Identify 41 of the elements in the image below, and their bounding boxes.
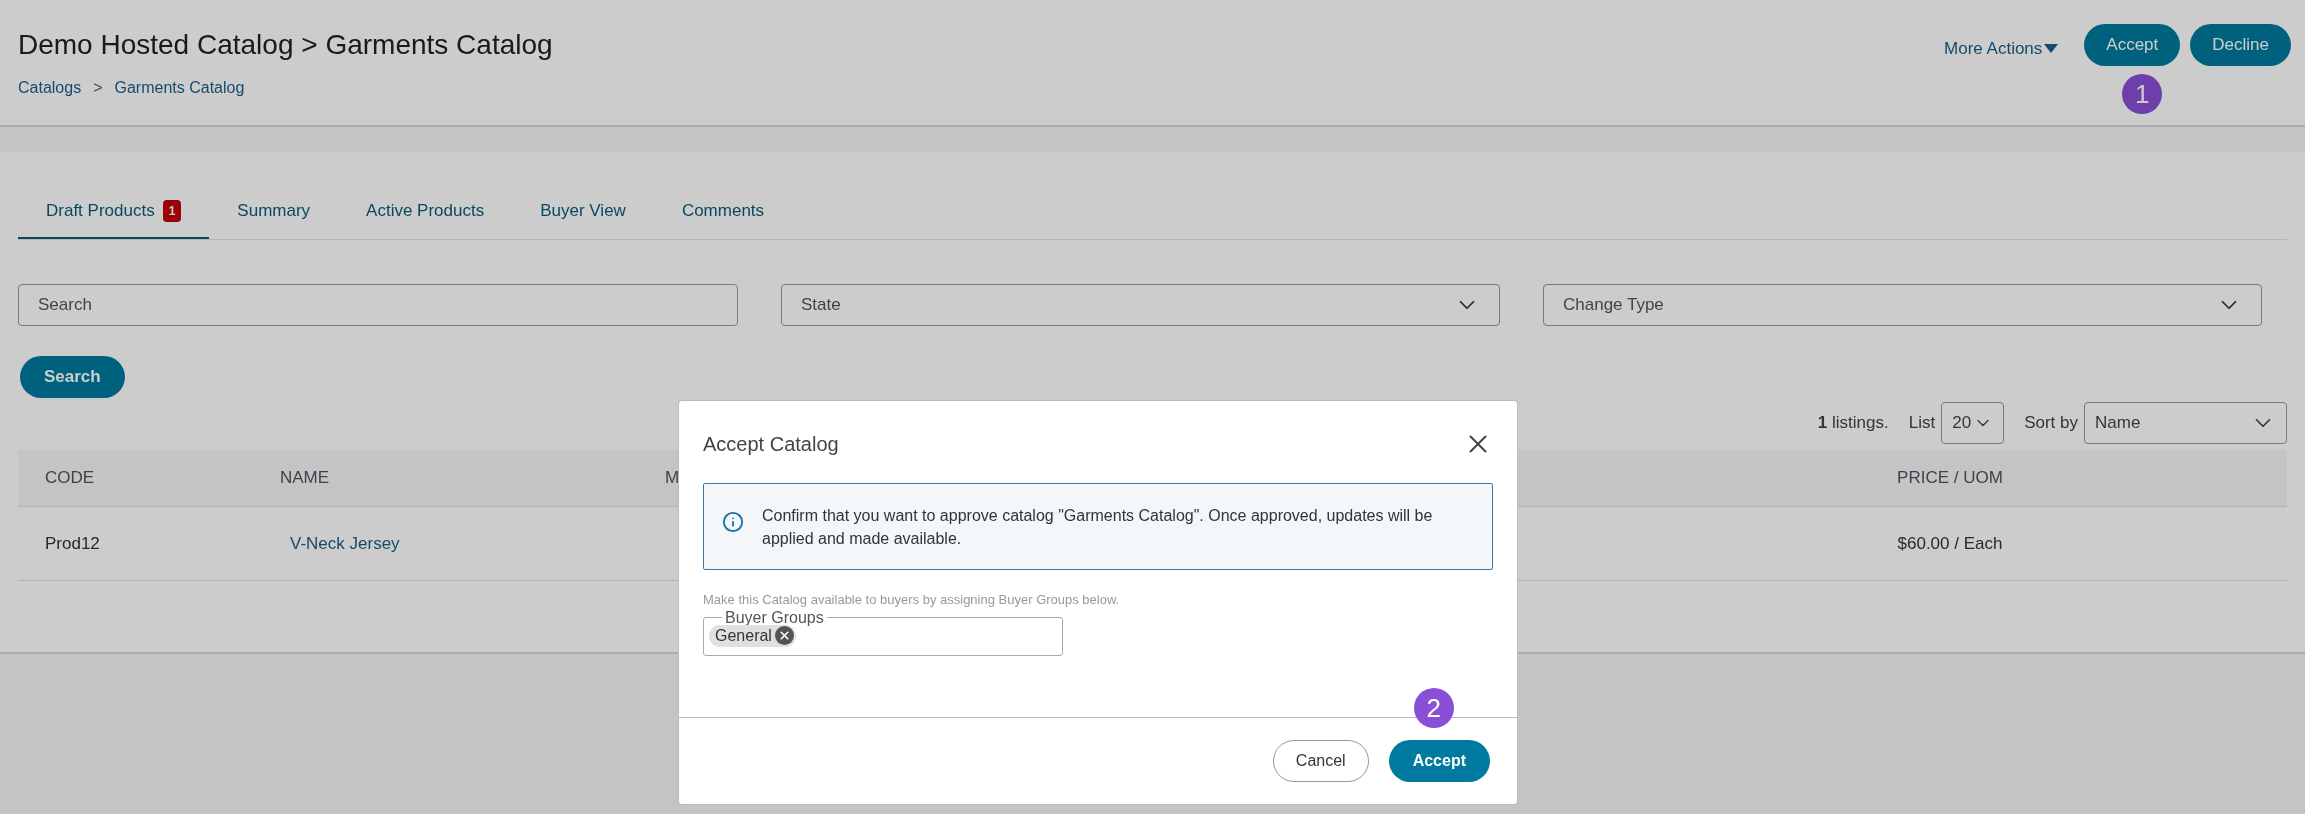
- page-title: Demo Hosted Catalog > Garments Catalog: [18, 28, 553, 62]
- breadcrumb-link[interactable]: Catalogs: [18, 76, 82, 100]
- caret-icon: [2044, 43, 2059, 54]
- group-chip: General: [709, 624, 796, 647]
- tab[interactable]: Buyer View: [512, 198, 654, 239]
- tab[interactable]: Active Products: [338, 198, 513, 239]
- tab[interactable]: Summary: [209, 198, 339, 239]
- search-field[interactable]: Search: [18, 284, 738, 326]
- more-actions-menu[interactable]: More Actions: [1944, 36, 2059, 62]
- dialog-title: Accept Catalog: [703, 432, 839, 457]
- sort-label: Sort by: [2024, 412, 2078, 435]
- accept-button[interactable]: Accept: [2084, 24, 2181, 66]
- cancel-button[interactable]: Cancel: [1272, 740, 1369, 782]
- tab[interactable]: Comments: [653, 198, 793, 239]
- remove-icon[interactable]: [774, 626, 794, 645]
- list-label: List: [1908, 412, 1936, 435]
- tab[interactable]: Draft Products 1: [18, 198, 210, 239]
- buyer-groups-field[interactable]: Buyer Groups General: [703, 610, 1063, 656]
- sort-dropdown[interactable]: Name: [2084, 402, 2287, 444]
- change-type-dropdown[interactable]: Change Type: [1543, 284, 2262, 326]
- info-icon: [722, 511, 744, 533]
- step-number-marker: 1: [2122, 74, 2163, 114]
- accept-button[interactable]: Accept: [1388, 740, 1490, 782]
- column-header: PRICE / UOM: [1896, 467, 2004, 490]
- listing-count: 1 listings.: [1817, 412, 1889, 435]
- page-size-dropdown[interactable]: 20: [1941, 402, 2005, 444]
- count-badge: 1: [162, 200, 182, 222]
- search-button[interactable]: Search: [20, 356, 125, 398]
- breadcrumb-link[interactable]: Garments Catalog: [114, 76, 245, 100]
- column-header: NAME: [280, 467, 331, 490]
- help-text: Make this Catalog available to buyers by assigning Buyer Groups below.: [703, 591, 1121, 609]
- column-header: M: [665, 467, 681, 490]
- decline-button[interactable]: Decline: [2190, 24, 2291, 66]
- step-number-marker: 2: [1413, 688, 1454, 728]
- breadcrumb-separator: >: [93, 78, 103, 98]
- column-header: CODE: [44, 467, 96, 490]
- confirmation-message: Confirm that you want to approve catalog "Garments Catalog". Once approved, updates will be applied and made available.: [762, 505, 1434, 549]
- table-cell-text: $60.00 / Each: [1896, 532, 2004, 555]
- field-label: Buyer Groups: [724, 610, 825, 625]
- table-cell-text: Prod12: [44, 532, 101, 555]
- state-dropdown[interactable]: State: [781, 284, 1500, 326]
